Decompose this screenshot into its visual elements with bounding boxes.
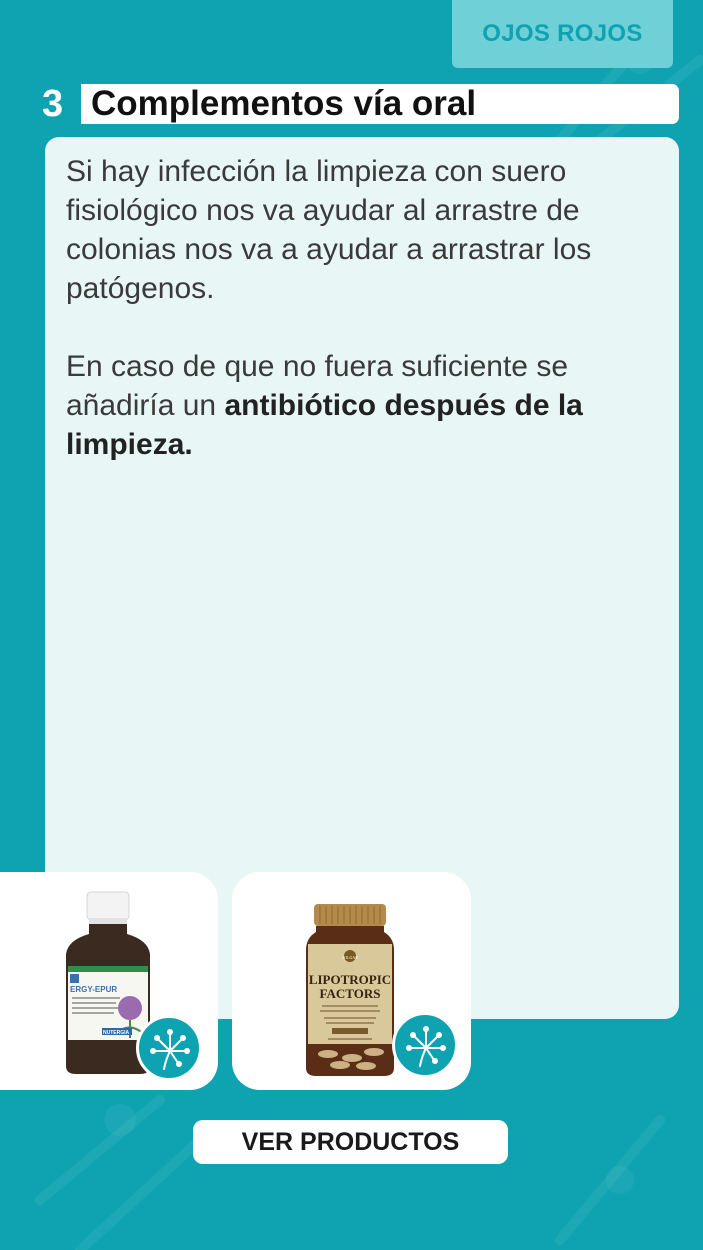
dandelion-logo-icon (392, 1012, 458, 1078)
topic-tab[interactable]: OJOS ROJOS (452, 0, 673, 68)
section-title-bar: Complementos vía oral (81, 84, 679, 124)
product-2-brand: SOLGAR (342, 955, 358, 960)
dandelion-logo-icon (136, 1015, 202, 1081)
product-card-ergy-epur[interactable]: ERGY-EPUR NUTERGIA (0, 872, 218, 1090)
product-1-name: ERGY-EPUR (70, 985, 117, 994)
section-title: Complementos vía oral (91, 84, 477, 123)
paragraph-infection: Si hay infección la limpieza con suero f… (66, 155, 592, 305)
view-products-button[interactable]: VER PRODUCTOS (193, 1120, 508, 1164)
product-1-brand: NUTERGIA (103, 1030, 130, 1036)
paragraph-antibiotic: En caso de que no fuera suficiente se añ… (66, 347, 659, 464)
step-number: 3 (42, 83, 64, 125)
product-2-name-line1: LIPOTROPIC (309, 972, 391, 987)
product-card-lipotropic-factors[interactable]: SOLGAR LIPOTROPIC FACTORS (232, 872, 471, 1090)
supplement-jar-icon: SOLGAR LIPOTROPIC FACTORS (306, 904, 394, 1076)
product-2-name-line2: FACTORS (320, 986, 381, 1001)
